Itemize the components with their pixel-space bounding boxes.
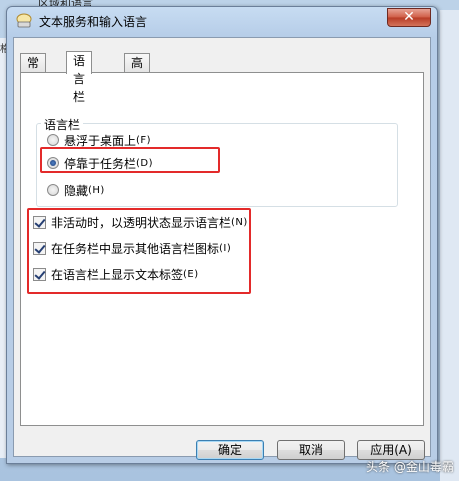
highlight-box-checkboxes	[27, 208, 251, 294]
ok-button[interactable]: 确定	[196, 440, 264, 460]
radio-label: 悬浮于桌面上	[64, 133, 137, 148]
radio-button[interactable]	[47, 134, 59, 146]
background-window-edge	[440, 10, 459, 481]
tab-general[interactable]: 常规	[20, 53, 47, 88]
shortcut-key: (H)	[88, 184, 105, 196]
text-services-dialog: 文本服务和输入语言 ✕ 常规 语言栏 高级键设置 语言栏 悬浮于桌面上(F) 停…	[6, 6, 438, 464]
dialog-titlebar[interactable]: 文本服务和输入语言 ✕	[7, 7, 437, 35]
dialog-title: 文本服务和输入语言	[39, 15, 148, 29]
close-button[interactable]: ✕	[387, 8, 431, 27]
highlight-box-dock-option	[40, 147, 220, 173]
dialog-client-area: 常规 语言栏 高级键设置 语言栏 悬浮于桌面上(F) 停靠于任务栏(D) 隐藏(…	[13, 37, 431, 460]
tab-advanced-key-settings[interactable]: 高级键设置	[124, 53, 151, 142]
radio-hidden[interactable]: 隐藏 (H)	[47, 181, 105, 199]
radio-label: 隐藏	[64, 183, 89, 198]
radio-button[interactable]	[47, 184, 59, 196]
cancel-button[interactable]: 取消	[277, 440, 345, 460]
shortcut-key: (F)	[136, 134, 152, 146]
apply-button[interactable]: 应用(A)	[357, 440, 425, 460]
watermark: 头条 @金山毒霸	[366, 460, 454, 474]
keyboard-globe-icon	[16, 13, 32, 28]
tab-language-bar[interactable]: 语言栏	[66, 51, 93, 104]
language-bar-panel: 语言栏 悬浮于桌面上 (F) 停靠于任务栏 (D) 隐藏 (H) 非活动时，以透明状态…	[20, 72, 424, 426]
